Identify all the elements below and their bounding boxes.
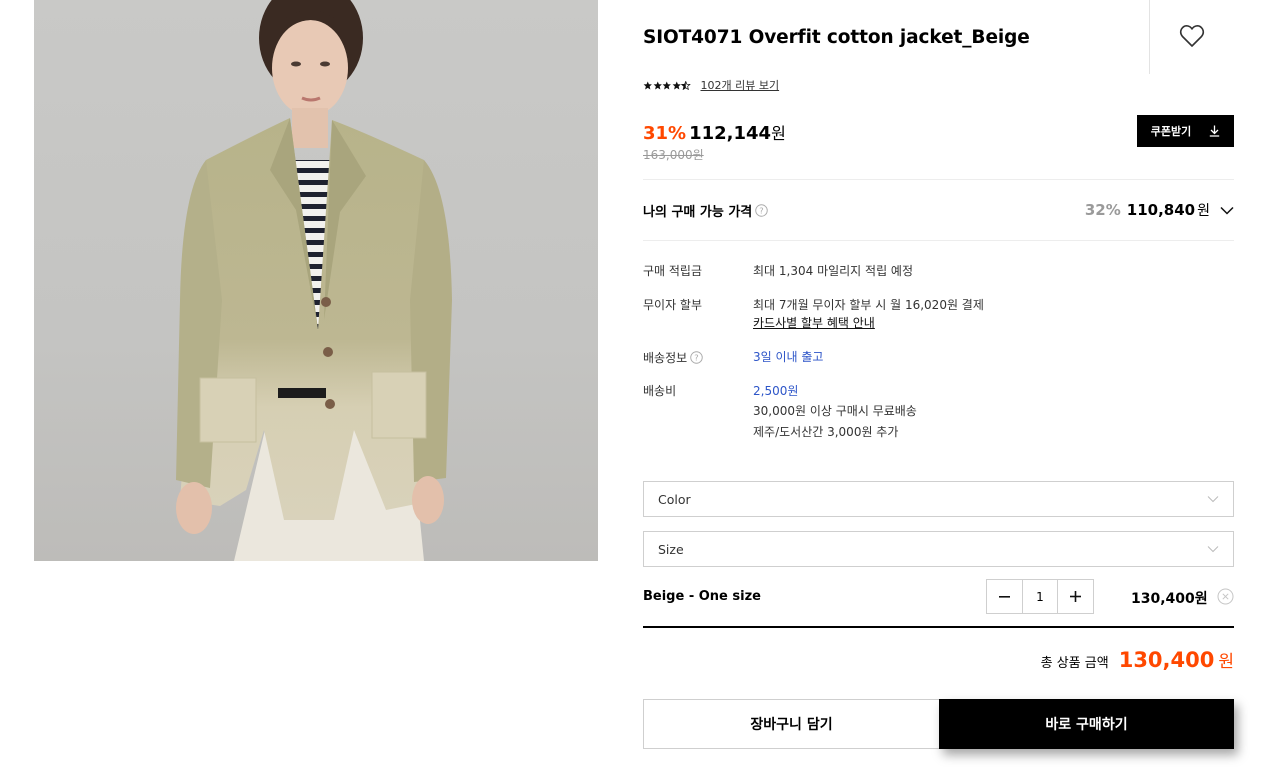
- coupon-button[interactable]: 쿠폰받기: [1137, 115, 1234, 147]
- chevron-down-icon[interactable]: [1220, 206, 1234, 215]
- installment-label: 무이자 할부: [643, 298, 703, 312]
- points-label: 구매 적립금: [643, 264, 703, 278]
- color-select[interactable]: Color: [643, 481, 1234, 517]
- my-price-amount: 110,840: [1126, 201, 1196, 219]
- chevron-down-icon: [1207, 496, 1219, 503]
- product-image[interactable]: [34, 0, 598, 561]
- buy-now-button[interactable]: 바로 구매하기: [939, 699, 1234, 749]
- my-price-unit: 원: [1197, 203, 1210, 219]
- plus-icon: [1070, 591, 1081, 602]
- total-value: 130,400: [1118, 648, 1215, 672]
- model-wearing-jacket-illustration: [176, 0, 452, 561]
- title-divider: [1149, 0, 1150, 74]
- add-to-cart-label: 장바구니 담기: [750, 717, 833, 733]
- download-icon: [1210, 125, 1220, 137]
- installment-value: 최대 7개월 무이자 할부 시 월 16,020원 결제: [753, 298, 984, 312]
- selected-option-row: Beige - One size 1 130,400원: [643, 579, 1234, 614]
- points-value: 최대 1,304 마일리지 적립 예정: [753, 264, 914, 278]
- total-unit: 원: [1218, 652, 1234, 672]
- minus-icon: [999, 595, 1010, 598]
- fee-note-free: 30,000원 이상 구매시 무료배송: [753, 404, 917, 418]
- total-divider: [643, 626, 1234, 628]
- svg-text:?: ?: [694, 352, 698, 362]
- quantity-value[interactable]: 1: [1022, 580, 1058, 613]
- my-price-value: 32% 110,840 원: [1085, 200, 1234, 220]
- price-row: 31% 112,144원: [643, 120, 786, 144]
- coupon-button-label: 쿠폰받기: [1150, 125, 1192, 138]
- discount-rate: 31%: [643, 123, 687, 144]
- divider: [643, 240, 1234, 241]
- review-link[interactable]: 102개 리뷰 보기: [701, 77, 780, 93]
- fee-label: 배송비: [643, 384, 677, 398]
- my-price-label: 나의 구매 가능 가격: [643, 204, 753, 220]
- original-price: 163,000원: [643, 148, 704, 162]
- fee-value: 2,500원: [753, 384, 799, 398]
- add-to-cart-button[interactable]: 장바구니 담기: [643, 699, 940, 749]
- total-label: 총 상품 금액: [1040, 656, 1109, 671]
- divider: [643, 179, 1234, 180]
- svg-text:?: ?: [760, 205, 764, 215]
- my-price-discount: 32%: [1084, 201, 1121, 219]
- help-icon[interactable]: ?: [690, 350, 703, 364]
- selected-option-price: 130,400원: [1131, 591, 1208, 607]
- star-full-icon: [672, 80, 681, 89]
- decrease-button[interactable]: [987, 580, 1022, 613]
- sale-price: 112,144원: [689, 123, 786, 144]
- product-detail-panel: SIOT4071 Overfit cotton jacket_Beige 102…: [643, 0, 1234, 771]
- shipping-label-wrap: 배송정보 ?: [643, 347, 703, 367]
- star-half-icon: [681, 80, 691, 90]
- increase-button[interactable]: [1058, 580, 1093, 613]
- help-icon[interactable]: ?: [755, 203, 768, 217]
- star-full-icon: [653, 80, 662, 89]
- star-rating: [643, 80, 691, 90]
- chevron-down-icon: [1207, 546, 1219, 553]
- fee-note-jeju: 제주/도서산간 3,000원 추가: [753, 425, 899, 439]
- shipping-value: 3일 이내 출고: [753, 350, 824, 364]
- star-full-icon: [643, 80, 652, 89]
- heart-icon[interactable]: [1179, 24, 1205, 48]
- shipping-label: 배송정보: [643, 350, 688, 365]
- selected-option-name: Beige - One size: [643, 589, 761, 604]
- installment-benefit-link[interactable]: 카드사별 할부 혜택 안내: [753, 313, 875, 333]
- remove-option-icon[interactable]: [1217, 588, 1234, 605]
- total-price-row: 총 상품 금액 130,400 원: [1041, 647, 1234, 672]
- buy-now-label: 바로 구매하기: [1045, 717, 1128, 733]
- rating-row: 102개 리뷰 보기: [643, 77, 779, 93]
- my-price-row[interactable]: 나의 구매 가능 가격 ? 32% 110,840 원: [643, 200, 1234, 220]
- size-select[interactable]: Size: [643, 531, 1234, 567]
- star-full-icon: [662, 80, 671, 89]
- product-title: SIOT4071 Overfit cotton jacket_Beige: [643, 27, 1030, 48]
- quantity-stepper: 1: [986, 579, 1094, 614]
- color-select-label: Color: [658, 491, 691, 507]
- size-select-label: Size: [658, 541, 684, 557]
